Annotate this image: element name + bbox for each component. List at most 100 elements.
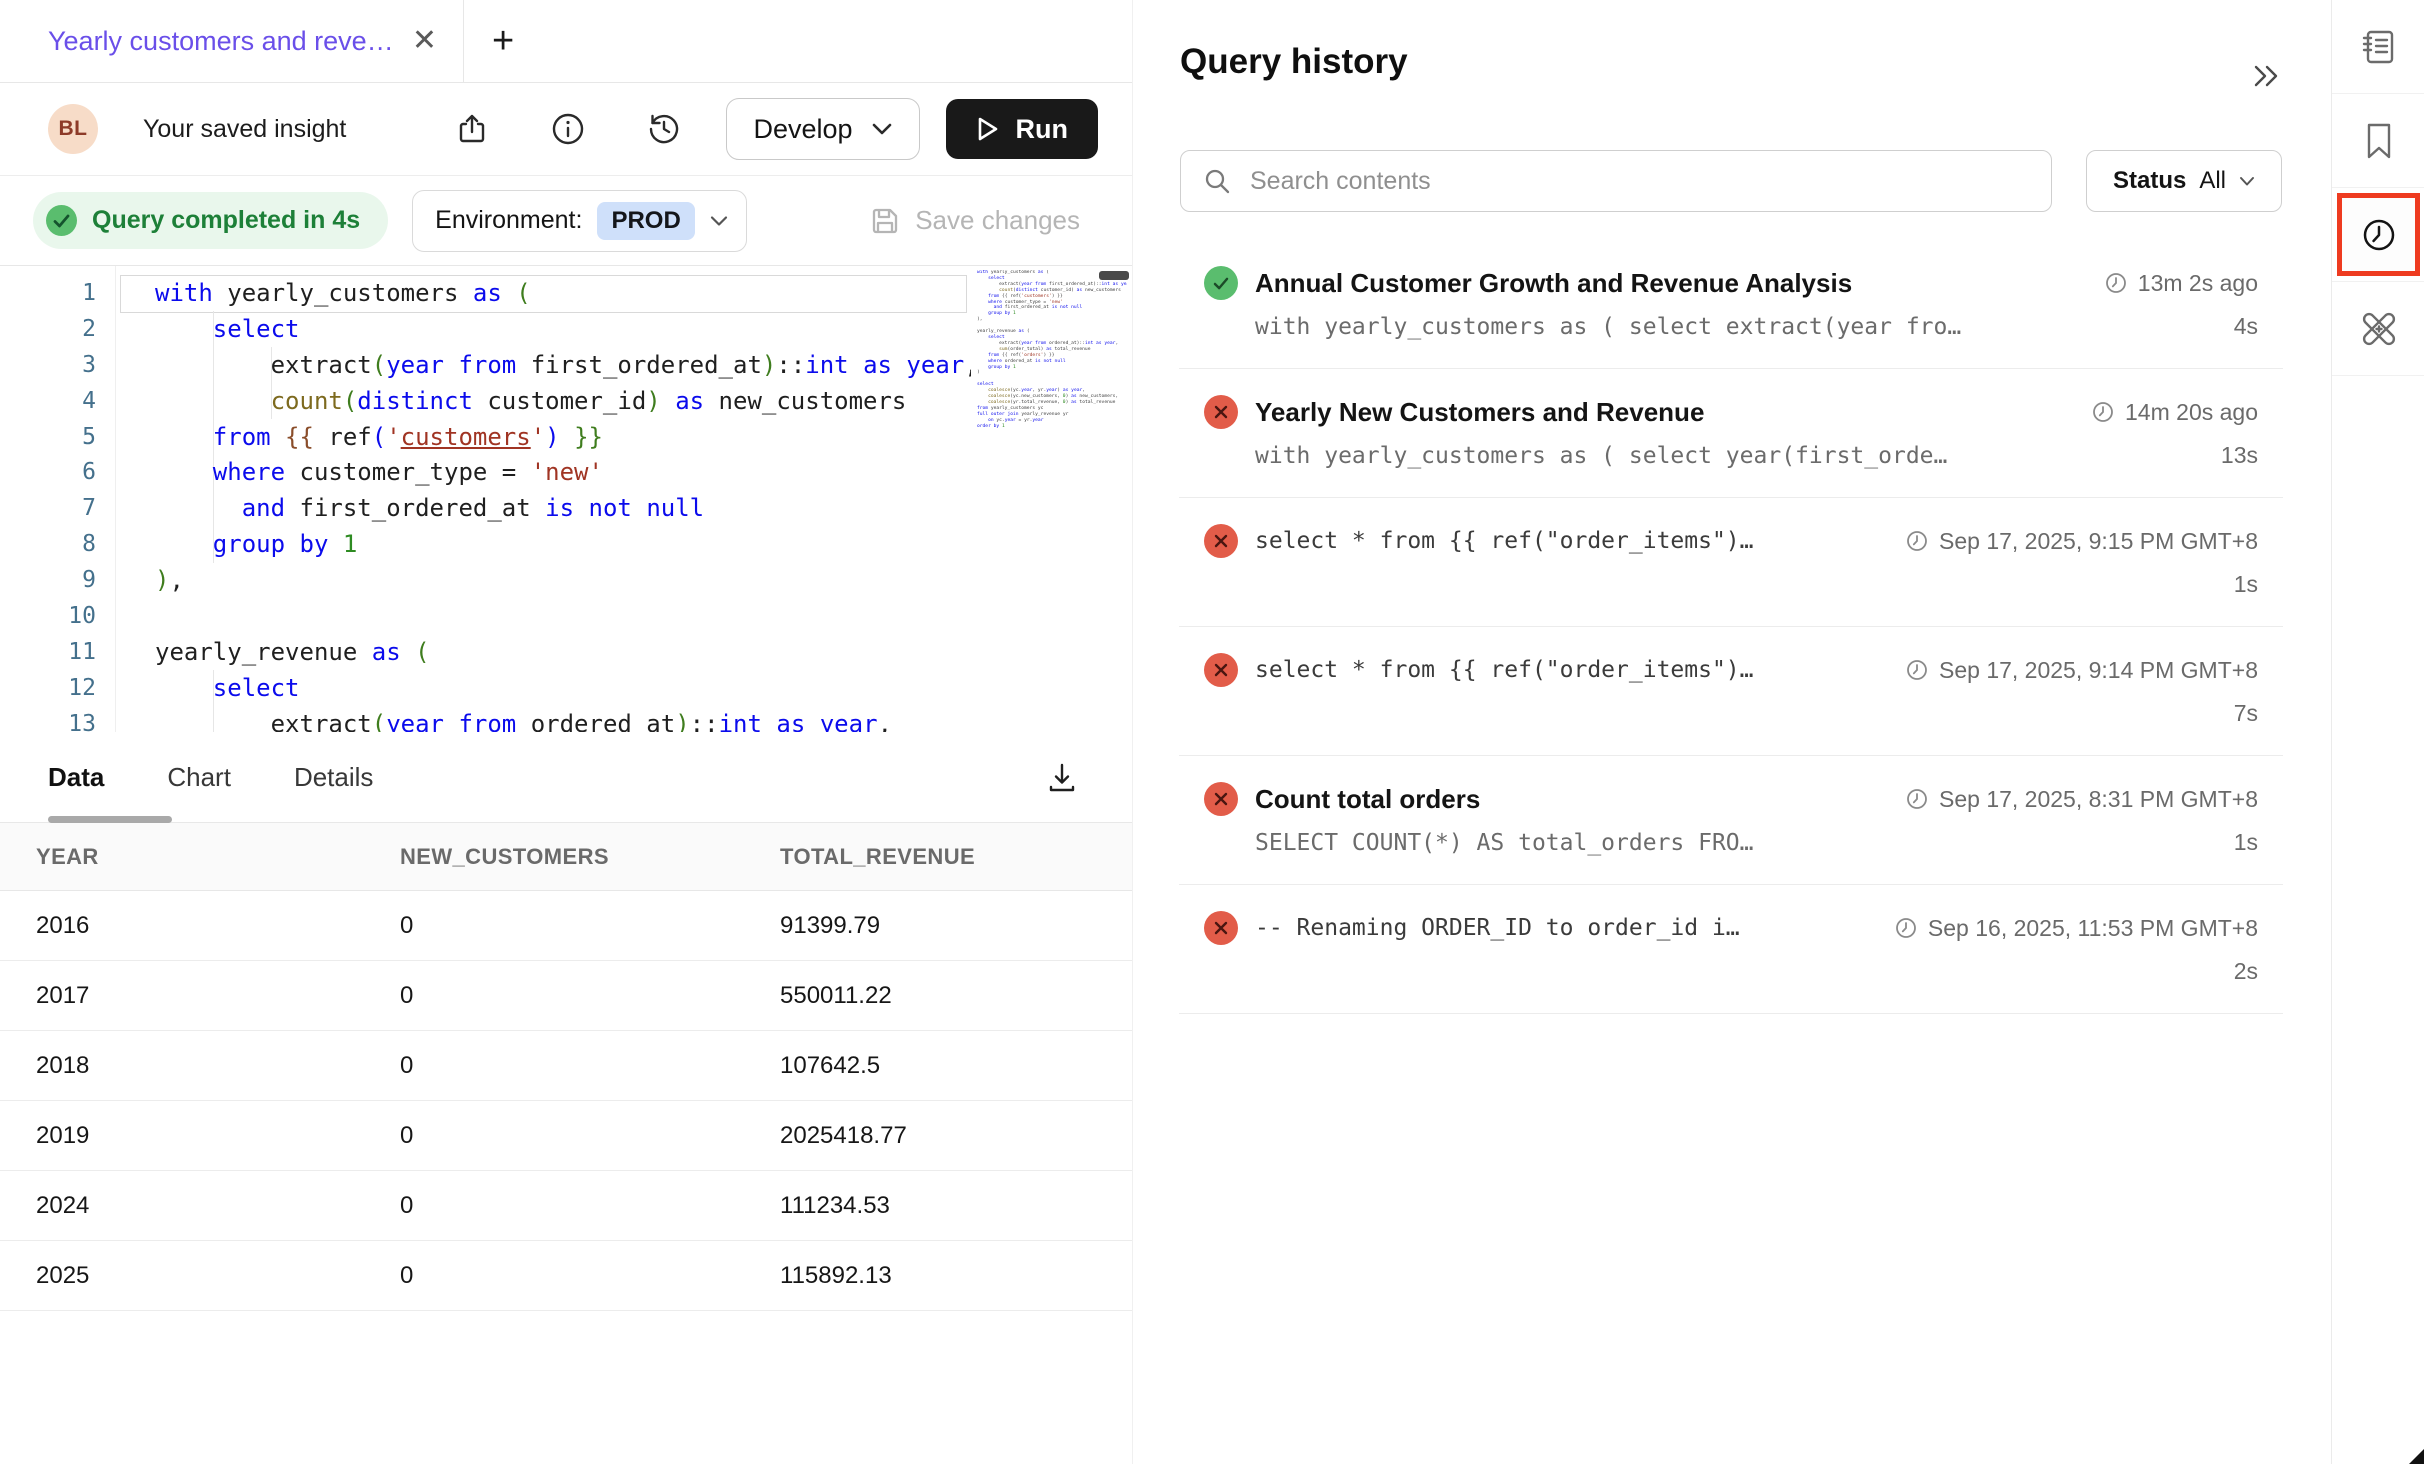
collapse-panel-button[interactable] xyxy=(2246,56,2286,96)
code-text: and first_ordered_at is not null xyxy=(96,494,704,522)
history-item[interactable]: Yearly New Customers and Revenue 14m 20s … xyxy=(1179,369,2283,498)
editor-minimap[interactable]: with yearly_customers as ( select extrac… xyxy=(971,270,1127,732)
time-text: 14m 20s ago xyxy=(2125,399,2258,426)
sql-editor[interactable]: 1with yearly_customers as (2 select3 ext… xyxy=(0,265,1132,732)
history-item[interactable]: select * from {{ ref("order_items")…Sep … xyxy=(1179,627,2283,756)
code-line: 13 extract(year from ordered_at)::int as… xyxy=(0,706,1132,732)
search-icon xyxy=(1203,167,1231,195)
status-filter-value: All xyxy=(2199,167,2226,195)
table-cell: 0 xyxy=(400,1262,780,1290)
line-number: 12 xyxy=(0,675,96,701)
rail-bookmarks-button[interactable] xyxy=(2332,94,2424,188)
code-text: select xyxy=(96,674,300,702)
line-number: 3 xyxy=(0,352,96,378)
column-header: YEAR xyxy=(36,844,400,870)
minimap-code: with yearly_customers as ( select extrac… xyxy=(977,270,1127,429)
environment-select[interactable]: Environment: PROD xyxy=(412,190,747,252)
app-window: Yearly customers and revenue ✕ + BL Your… xyxy=(0,0,2424,1464)
active-tab-indicator xyxy=(48,816,172,823)
line-number: 1 xyxy=(0,280,96,306)
history-item-title: Yearly New Customers and Revenue xyxy=(1255,397,1704,428)
table-cell: 2016 xyxy=(36,912,400,940)
rail-integrations-button[interactable] xyxy=(2332,282,2424,376)
environment-label: Environment: xyxy=(435,206,582,235)
success-check-icon xyxy=(1204,266,1238,300)
results-table-header: YEARNEW_CUSTOMERSTOTAL_REVENUE xyxy=(0,823,1132,891)
history-item-sql-preview: with yearly_customers as ( select year(f… xyxy=(1255,443,1947,469)
share-button[interactable] xyxy=(450,107,494,151)
tab-yearly-customers-and-revenue[interactable]: Yearly customers and revenue ✕ xyxy=(0,0,464,82)
history-controls: Status All xyxy=(1180,150,2282,212)
search-box[interactable] xyxy=(1180,150,2052,212)
code-line: 2 select xyxy=(0,311,1132,347)
version-history-button[interactable] xyxy=(642,107,686,151)
resize-corner xyxy=(2409,1449,2424,1464)
chevron-down-icon xyxy=(2239,176,2255,187)
history-item-duration: 1s xyxy=(2234,571,2258,598)
tab-chart[interactable]: Chart xyxy=(167,762,231,793)
history-item-time: Sep 17, 2025, 9:15 PM GMT+8 xyxy=(1905,528,2258,555)
history-item-time: Sep 17, 2025, 9:14 PM GMT+8 xyxy=(1905,657,2258,684)
tab-data[interactable]: Data xyxy=(48,762,104,793)
download-results-button[interactable] xyxy=(1040,756,1084,800)
time-text: Sep 16, 2025, 11:53 PM GMT+8 xyxy=(1928,915,2258,942)
history-item[interactable]: Annual Customer Growth and Revenue Analy… xyxy=(1179,240,2283,369)
line-number: 5 xyxy=(0,424,96,450)
rail-query-history-button-active[interactable] xyxy=(2332,188,2424,282)
table-row: 2016091399.79 xyxy=(0,891,1132,961)
save-changes-button[interactable]: Save changes xyxy=(870,205,1080,236)
line-number: 2 xyxy=(0,316,96,342)
history-item-duration: 4s xyxy=(2234,313,2258,340)
history-item[interactable]: select * from {{ ref("order_items")…Sep … xyxy=(1179,498,2283,627)
history-item[interactable]: Count total ordersSep 17, 2025, 8:31 PM … xyxy=(1179,756,2283,885)
run-button[interactable]: Run xyxy=(946,99,1098,159)
clock-icon xyxy=(1905,787,1929,811)
table-cell: 2024 xyxy=(36,1192,400,1220)
clock-icon xyxy=(2359,215,2399,255)
status-filter-dropdown[interactable]: Status All xyxy=(2086,150,2282,212)
line-number: 4 xyxy=(0,388,96,414)
history-item[interactable]: -- Renaming ORDER_ID to order_id i…Sep 1… xyxy=(1179,885,2283,1014)
column-header: NEW_CUSTOMERS xyxy=(400,844,780,870)
double-chevron-right-icon xyxy=(2250,63,2282,89)
error-x-icon xyxy=(1204,911,1238,945)
table-row: 20240111234.53 xyxy=(0,1171,1132,1241)
search-input[interactable] xyxy=(1248,166,2029,197)
column-header: TOTAL_REVENUE xyxy=(780,844,1096,870)
history-list: Annual Customer Growth and Revenue Analy… xyxy=(1179,240,2283,1014)
history-item-title: Annual Customer Growth and Revenue Analy… xyxy=(1255,268,1852,299)
run-label: Run xyxy=(1016,114,1068,145)
code-line: 12 select xyxy=(0,670,1132,706)
history-clock-icon xyxy=(646,111,682,147)
insight-toolbar: BL Your saved insight xyxy=(0,83,1132,176)
code-text: where customer_type = 'new' xyxy=(96,458,603,486)
share-icon xyxy=(455,112,489,146)
info-button[interactable] xyxy=(546,107,590,151)
error-x-icon xyxy=(1204,653,1238,687)
rail-notebook-button[interactable] xyxy=(2332,0,2424,94)
develop-dropdown-button[interactable]: Develop xyxy=(726,98,919,160)
code-text: group by 1 xyxy=(96,530,357,558)
active-rail-highlight xyxy=(2337,193,2420,276)
check-circle-icon xyxy=(46,205,77,236)
table-row: 20250115892.13 xyxy=(0,1241,1132,1311)
editor-scrollbar-thumb[interactable] xyxy=(1099,271,1129,280)
info-icon xyxy=(550,111,586,147)
pinwheel-x-icon xyxy=(2358,308,2400,350)
toolbar-icons xyxy=(450,107,686,151)
code-text: count(distinct customer_id) as new_custo… xyxy=(96,387,906,415)
new-tab-button[interactable]: + xyxy=(492,22,514,60)
close-tab-icon[interactable]: ✕ xyxy=(412,26,437,56)
tab-details[interactable]: Details xyxy=(294,762,373,793)
download-icon xyxy=(1045,761,1079,795)
code-text: select xyxy=(96,315,300,343)
table-cell: 550011.22 xyxy=(780,982,1096,1010)
query-status-text: Query completed in 4s xyxy=(92,206,360,235)
line-number: 7 xyxy=(0,495,96,521)
table-cell: 0 xyxy=(400,1122,780,1150)
code-text: ), xyxy=(96,566,184,594)
tab-bar: Yearly customers and revenue ✕ + xyxy=(0,0,1132,83)
table-cell: 0 xyxy=(400,982,780,1010)
code-line: 5 from {{ ref('customers') }} xyxy=(0,419,1132,455)
clock-icon xyxy=(1894,916,1918,940)
